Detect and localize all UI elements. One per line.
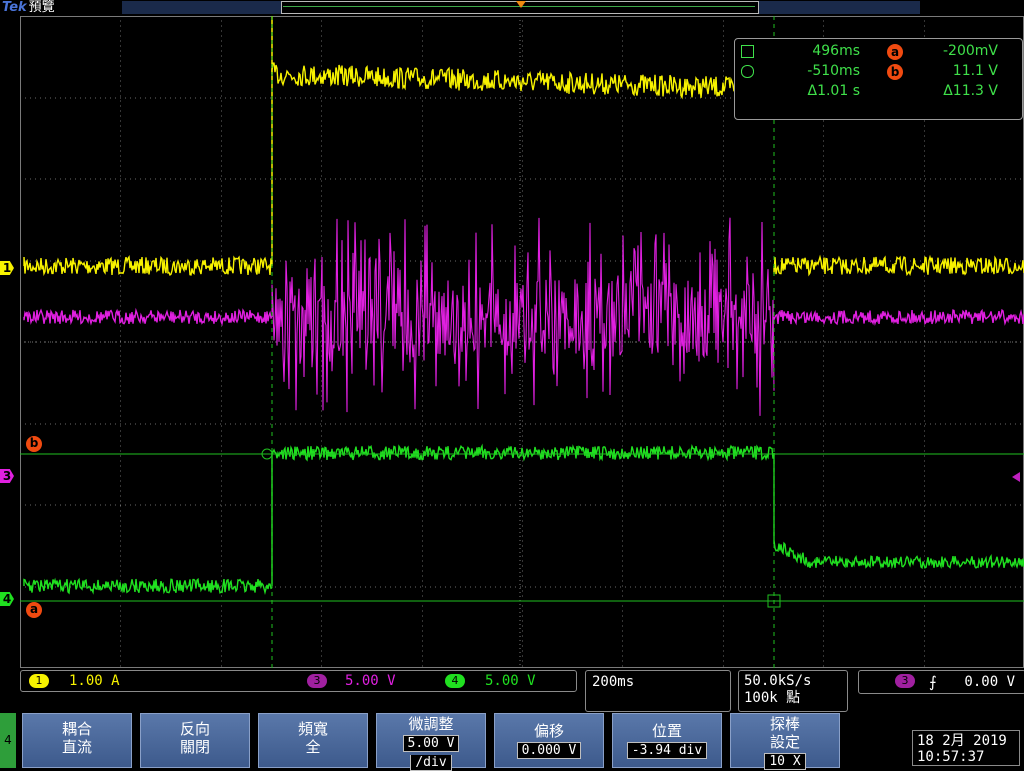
ch1-scale[interactable]: 1.00 A [69,671,120,691]
position-value: -3.94 div [626,742,708,759]
brand-area: Tek 預覽 [2,0,55,16]
invert-button[interactable]: 反向 關閉 [140,713,250,768]
cursor-b-marker[interactable]: b [26,436,42,452]
readout-time-a: 496ms [812,43,860,59]
probe-attenuation: 10 X [764,753,806,770]
fine-scale-unit: /div [410,755,452,771]
coupling-button[interactable]: 耦合 直流 [22,713,132,768]
cursor-a-icon: a [887,44,903,60]
acquisition-readout[interactable]: 50.0kS/s 100k 點 [738,670,848,712]
date-time-display: 18 2月 2019 10:57:37 [912,730,1020,766]
ch4-marker[interactable]: 4 [0,592,14,606]
fine-scale-value: 5.00 V [402,735,460,752]
offset-label: 偏移 [533,722,564,740]
bandwidth-value: 全 [305,738,321,756]
probe-setup-label: 設定 [769,733,800,751]
invert-label: 反向 [179,720,210,738]
ch3-badge[interactable]: 3 [307,674,327,688]
acquisition-mode: 預覽 [28,0,55,15]
fine-scale-button[interactable]: 微調整 5.00 V /div [376,713,486,771]
ch3-scale[interactable]: 5.00 V [345,671,396,691]
coupling-label: 耦合 [61,720,92,738]
tek-logo: Tek [2,0,27,15]
trigger-level: 0.00 V [964,674,1015,690]
readout-delta-value: Δ11.3 V [943,83,998,99]
position-button[interactable]: 位置 -3.94 div [612,713,722,768]
ch1-marker[interactable]: 1 [0,261,14,275]
probe-setup-button[interactable]: 探棒 設定 10 X [730,713,840,770]
channel-scale-bar: 1 1.00 A 3 5.00 V 4 5.00 V [20,670,577,692]
readout-value-b: 11.1 V [952,63,998,79]
ch1-badge[interactable]: 1 [29,674,49,688]
ch3-marker[interactable]: 3 [0,469,14,483]
cursor-readout[interactable]: 496ms a -200mV -510ms b 11.1 V Δ1.01 s Δ… [734,38,1023,120]
offset-value: 0.000 V [516,742,582,759]
readout-value-a: -200mV [943,43,998,59]
cursor-b-icon: b [887,64,903,80]
time: 10:57:37 [917,749,985,765]
bandwidth-label: 頻寬 [297,720,328,738]
cursor-a-marker[interactable]: a [26,602,42,618]
fine-scale-label: 微調整 [408,715,454,733]
rising-edge-icon: ⨍ [929,673,937,691]
ch4-badge[interactable]: 4 [445,674,465,688]
trigger-position-icon[interactable] [516,1,526,8]
timebase-scale: 200ms [592,674,635,690]
circle-cursor-icon [741,65,754,78]
readout-time-b: -510ms [807,63,860,79]
timebase-readout[interactable]: 200ms [585,670,731,712]
ch4-scale[interactable]: 5.00 V [485,671,536,691]
menu-channel-tab[interactable]: 4 [0,713,16,768]
readout-delta-time: Δ1.01 s [807,83,861,99]
record-length: 100k 點 [744,690,801,706]
position-label: 位置 [651,722,682,740]
probe-label: 探棒 [769,715,800,733]
offset-button[interactable]: 偏移 0.000 V [494,713,604,768]
date: 18 2月 2019 [917,733,1007,749]
invert-value: 關閉 [179,738,210,756]
coupling-value: 直流 [61,738,92,756]
ch3-offscreen-arrow-icon [1012,472,1020,482]
trigger-source-badge: 3 [895,674,915,688]
bandwidth-button[interactable]: 頻寬 全 [258,713,368,768]
trigger-readout[interactable]: 3 ⨍ 0.00 V [858,670,1024,694]
square-cursor-icon [741,45,754,58]
sample-rate: 50.0kS/s [744,673,812,689]
